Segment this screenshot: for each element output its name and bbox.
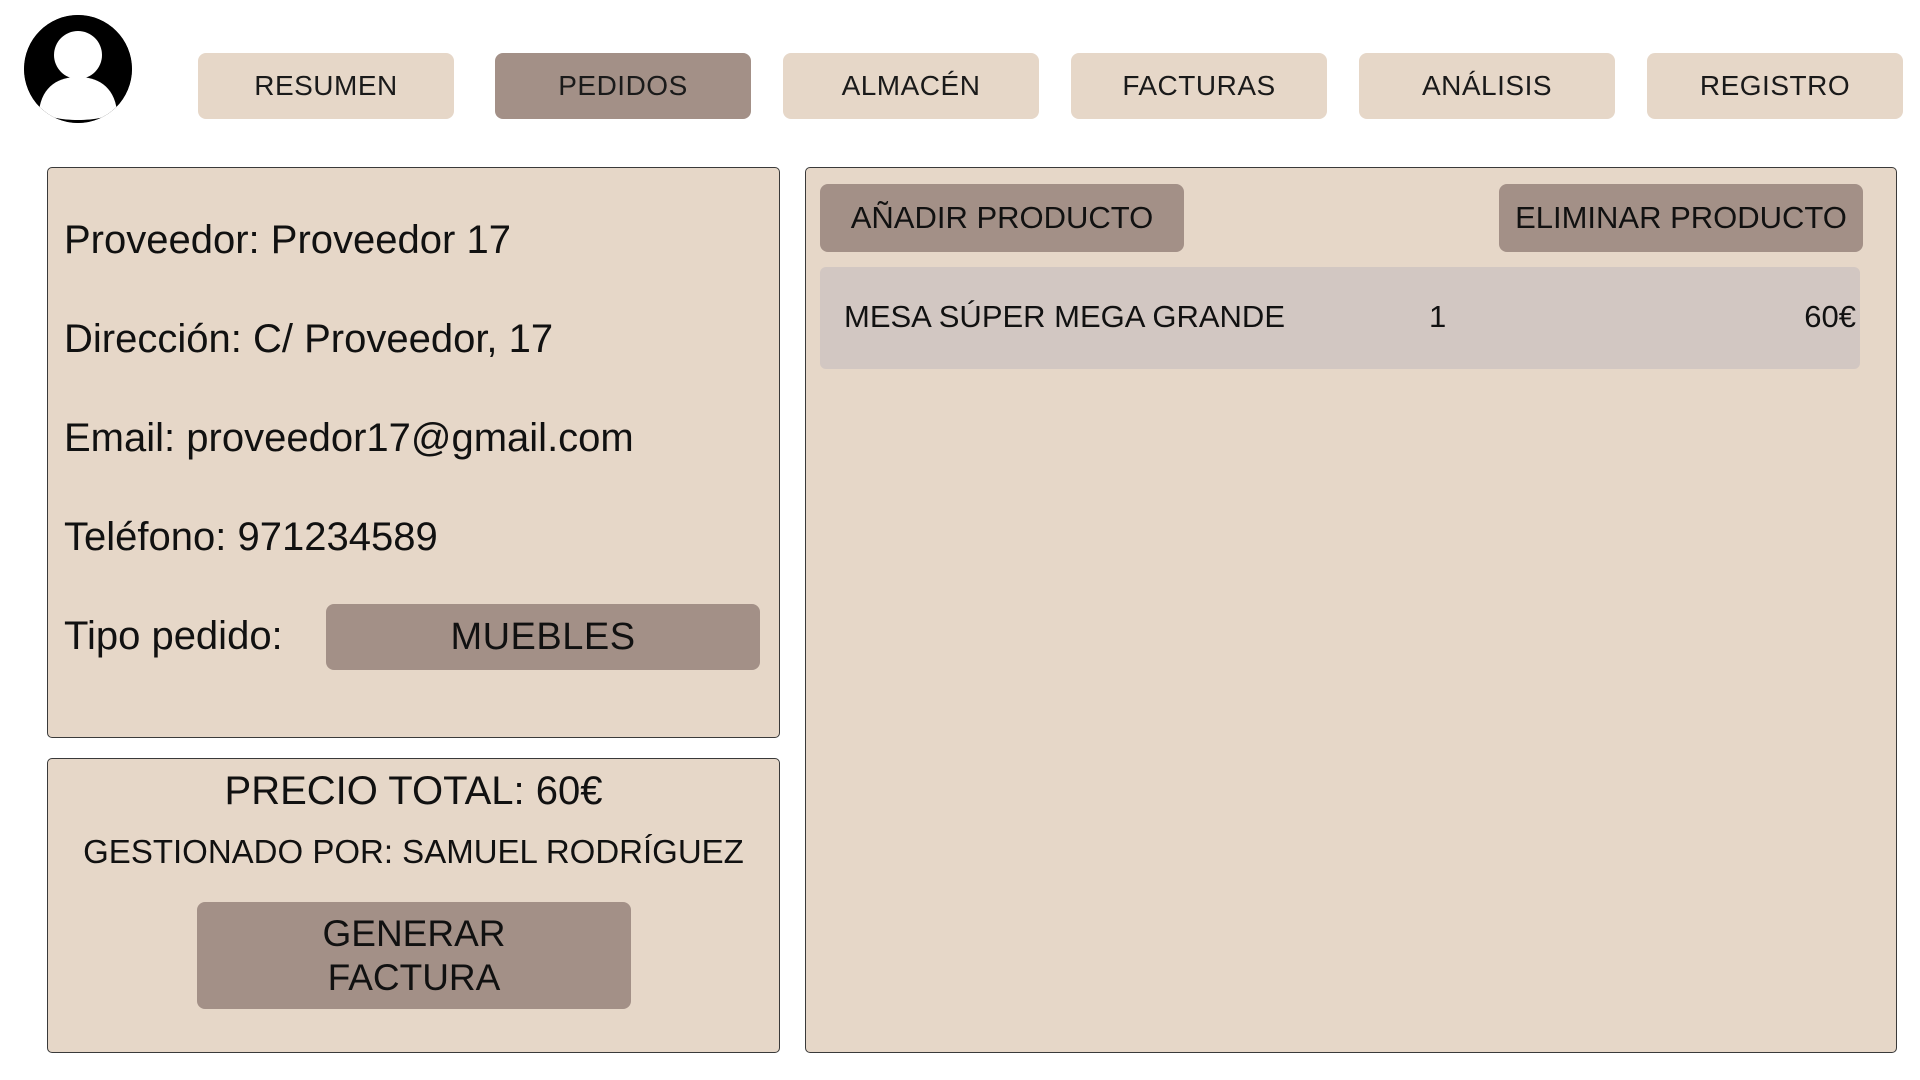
address-value: C/ Proveedor, 17 (252, 317, 554, 361)
add-product-button[interactable]: AÑADIR PRODUCTO (820, 184, 1184, 252)
tab-pedidos[interactable]: PEDIDOS (495, 53, 751, 119)
total-price: PRECIO TOTAL: 60€ (224, 769, 603, 813)
tab-almacen[interactable]: ALMACÉN (783, 53, 1039, 119)
provider-line: Proveedor: Proveedor 17 (64, 218, 511, 263)
product-row[interactable]: MESA SÚPER MEGA GRANDE 1 60€ (820, 267, 1860, 369)
phone-line: Teléfono: 971234589 (64, 515, 438, 560)
address-label: Dirección: (64, 317, 242, 361)
order-summary-panel: PRECIO TOTAL: 60€ GESTIONADO POR: SAMUEL… (47, 758, 780, 1053)
order-type-label: Tipo pedido: (64, 614, 283, 658)
provider-value: Proveedor 17 (270, 218, 511, 262)
generate-invoice-button[interactable]: GENERAR FACTURA (197, 902, 631, 1009)
email-value: proveedor17@gmail.com (186, 416, 634, 460)
email-label: Email: (64, 416, 176, 460)
product-name: MESA SÚPER MEGA GRANDE (844, 299, 1285, 334)
provider-label: Proveedor: (64, 218, 260, 262)
remove-product-button[interactable]: ELIMINAR PRODUCTO (1499, 184, 1863, 252)
tab-resumen[interactable]: RESUMEN (198, 53, 454, 119)
phone-value: 971234589 (237, 515, 438, 559)
order-type-select[interactable]: MUEBLES (326, 604, 760, 670)
phone-label: Teléfono: (64, 515, 227, 559)
generate-invoice-label-line2: FACTURA (327, 956, 501, 998)
generate-invoice-label-line1: GENERAR (322, 912, 506, 954)
user-avatar-icon[interactable] (24, 15, 132, 123)
tab-facturas[interactable]: FACTURAS (1071, 53, 1327, 119)
product-list-panel: AÑADIR PRODUCTO ELIMINAR PRODUCTO MESA S… (805, 167, 1897, 1053)
product-quantity: 1 (1429, 299, 1447, 334)
tab-analisis[interactable]: ANÁLISIS (1359, 53, 1615, 119)
address-line: Dirección: C/ Proveedor, 17 (64, 317, 553, 362)
product-price: 60€ (1804, 299, 1856, 334)
supplier-info-panel: Proveedor: Proveedor 17 Dirección: C/ Pr… (47, 167, 780, 738)
email-line: Email: proveedor17@gmail.com (64, 416, 634, 461)
managed-by: GESTIONADO POR: SAMUEL RODRÍGUEZ (83, 833, 744, 870)
tab-registro[interactable]: REGISTRO (1647, 53, 1903, 119)
